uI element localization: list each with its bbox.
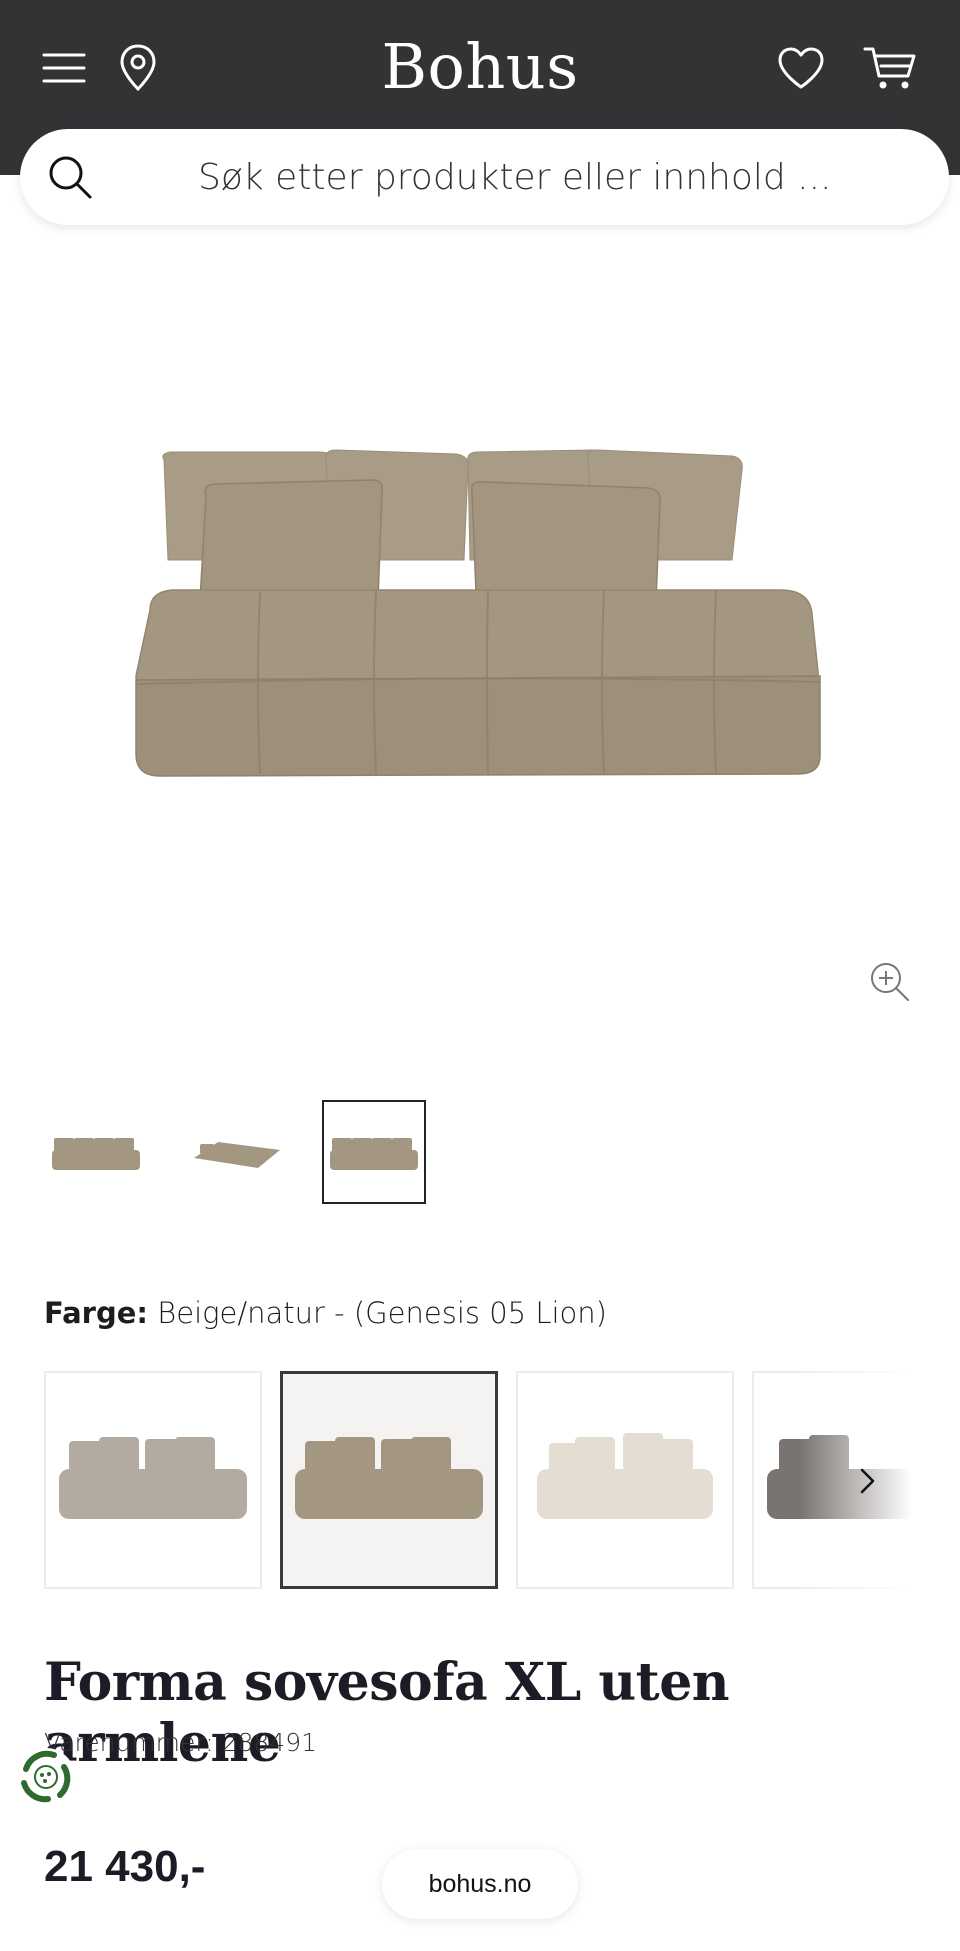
browser-url-pill[interactable]: bohus.no [382,1849,578,1919]
search-input[interactable]: Søk etter produkter eller innhold ... [198,157,832,198]
color-selection-label: Farge: Beige/natur - (Genesis 05 Lion) [44,1296,607,1330]
eco-circular-badge-icon[interactable] [14,1745,78,1809]
cart-icon[interactable] [862,40,918,96]
search-icon[interactable] [46,153,94,201]
color-swatch-light-cream[interactable] [516,1371,734,1589]
color-label: Farge: [44,1296,149,1330]
zoom-icon[interactable] [868,960,912,1004]
gallery-thumbnail-active[interactable] [322,1100,426,1204]
heart-icon[interactable] [773,40,829,96]
color-swatch-grey-beige[interactable] [44,1371,262,1589]
color-value: Beige/natur - (Genesis 05 Lion) [157,1296,607,1330]
product-price: 21 430,- [44,1842,206,1891]
product-sku: Varenummer: 288491 [44,1728,318,1757]
gallery-thumbnail[interactable] [186,1102,286,1202]
gallery-thumbnail[interactable] [46,1102,146,1202]
chevron-right-icon[interactable] [852,1466,882,1496]
color-swatch-beige-natur[interactable] [280,1371,498,1589]
search-bar[interactable]: Søk etter produkter eller innhold ... [20,129,949,225]
product-main-image[interactable] [120,440,840,800]
